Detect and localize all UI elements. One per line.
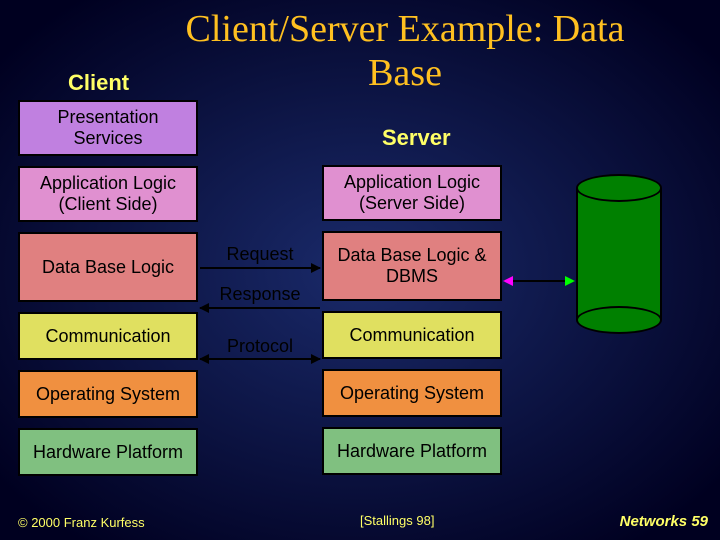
client-comm-box: Communication <box>18 312 198 360</box>
server-app-logic-box: Application Logic (Server Side) <box>322 165 502 221</box>
server-os-box: Operating System <box>322 369 502 417</box>
page-number: Networks 59 <box>620 513 708 530</box>
server-stack: Application Logic (Server Side) Data Bas… <box>322 165 502 475</box>
client-stack: Presentation Services Application Logic … <box>18 100 198 476</box>
slide-title: Client/Server Example: Data Base <box>180 8 630 95</box>
request-label: Request <box>202 244 318 265</box>
protocol-label: Protocol <box>202 336 318 357</box>
protocol-arrow-icon <box>200 358 320 360</box>
client-hw-box: Hardware Platform <box>18 428 198 476</box>
db-link-arrow-icon <box>504 280 574 282</box>
client-app-logic-box: Application Logic (Client Side) <box>18 166 198 222</box>
response-label: Response <box>202 284 318 305</box>
server-db-logic-box: Data Base Logic & DBMS <box>322 231 502 301</box>
client-os-box: Operating System <box>18 370 198 418</box>
database-cylinder-icon <box>576 174 662 334</box>
server-heading: Server <box>382 125 451 151</box>
client-heading: Client <box>68 70 129 96</box>
response-arrow-icon <box>200 307 320 309</box>
copyright-text: © 2000 Franz Kurfess <box>18 515 145 530</box>
client-db-logic-box: Data Base Logic <box>18 232 198 302</box>
request-arrow-icon <box>200 267 320 269</box>
citation-text: [Stallings 98] <box>360 513 434 528</box>
client-presentation-box: Presentation Services <box>18 100 198 156</box>
server-comm-box: Communication <box>322 311 502 359</box>
server-hw-box: Hardware Platform <box>322 427 502 475</box>
